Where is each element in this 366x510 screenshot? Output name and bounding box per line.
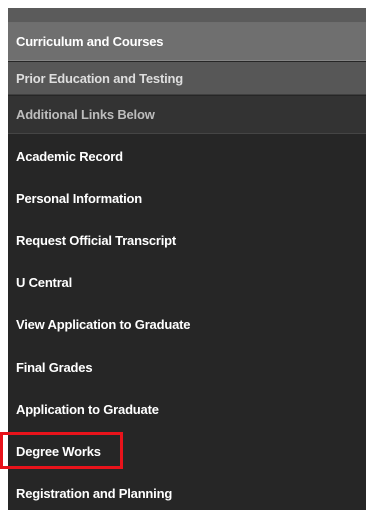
link-label: U Central — [16, 275, 72, 291]
section-prior-education-and-testing[interactable]: Prior Education and Testing — [8, 62, 366, 95]
link-personal-information[interactable]: Personal Information — [8, 177, 366, 219]
link-application-to-graduate[interactable]: Application to Graduate — [8, 388, 366, 430]
link-label: Registration and Planning — [16, 486, 173, 502]
link-label: Degree Works — [16, 443, 101, 459]
link-registration-and-planning[interactable]: Registration and Planning — [8, 473, 366, 510]
section-label: Prior Education and Testing — [16, 70, 183, 86]
link-request-official-transcript[interactable]: Request Official Transcript — [8, 219, 366, 261]
link-final-grades[interactable]: Final Grades — [8, 346, 366, 388]
screenshot-stage: Curriculum and Courses Prior Education a… — [0, 0, 366, 510]
link-academic-record[interactable]: Academic Record — [8, 135, 366, 177]
link-label: Academic Record — [16, 148, 123, 164]
link-label: Final Grades — [16, 359, 93, 375]
link-u-central[interactable]: U Central — [8, 262, 366, 304]
section-curriculum-and-courses[interactable]: Curriculum and Courses — [8, 23, 366, 61]
link-label: Request Official Transcript — [16, 232, 177, 248]
section-additional-links-below: Additional Links Below — [8, 96, 366, 134]
link-list: Academic Record Personal Information Req… — [8, 135, 366, 510]
link-degree-works[interactable]: Degree Works — [8, 430, 366, 472]
section-label: Curriculum and Courses — [16, 34, 164, 49]
link-view-application-to-graduate[interactable]: View Application to Graduate — [8, 304, 366, 346]
navigation-menu: Curriculum and Courses Prior Education a… — [8, 8, 366, 510]
link-label: View Application to Graduate — [16, 317, 191, 333]
link-label: Application to Graduate — [16, 401, 159, 417]
menu-top-strip — [8, 8, 366, 23]
section-label: Additional Links Below — [16, 107, 155, 122]
link-label: Personal Information — [16, 190, 143, 206]
